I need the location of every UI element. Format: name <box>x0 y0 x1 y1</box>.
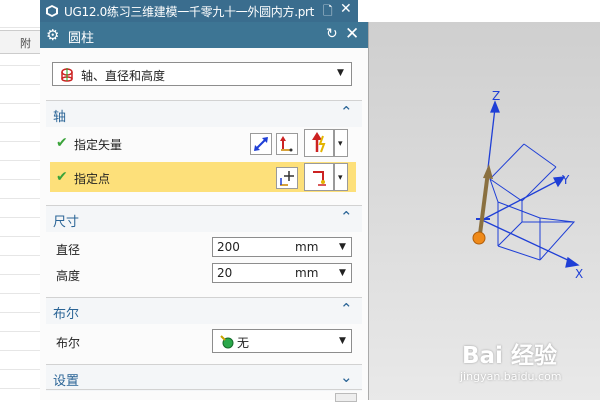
document-tab[interactable]: UG12.0练习三维建模一千零九十一外圆内方.prt 🗋 ✕ <box>40 0 358 22</box>
background-toolbar <box>0 0 40 22</box>
specify-point-label: 指定点 <box>74 172 111 186</box>
boolean-none-icon <box>220 335 234 349</box>
y-axis-line <box>481 179 560 221</box>
point-dialog-button[interactable] <box>276 167 298 189</box>
height-label: 高度 <box>56 269 81 283</box>
axis-section-header[interactable]: 轴 ⌃ <box>46 100 362 127</box>
height-field[interactable]: 20 mm ▼ <box>212 263 352 283</box>
diameter-unit: mm <box>295 240 319 254</box>
settings-section-title: 设置 <box>53 374 80 389</box>
inferred-point-icon <box>313 171 326 186</box>
reverse-direction-icon <box>254 137 268 151</box>
list-header-text: 附 <box>20 37 31 50</box>
chevron-down-icon: ▾ <box>338 139 343 149</box>
diameter-value[interactable]: 200 <box>217 240 240 254</box>
specify-vector-row[interactable]: ✔ 指定矢量 ▾ <box>50 128 356 158</box>
gear-icon[interactable]: ⚙ <box>46 26 59 44</box>
x-axis-arrow <box>565 256 580 268</box>
dialog-close-icon[interactable]: ✕ <box>345 24 359 44</box>
boolean-section-header[interactable]: 布尔 ⌃ <box>46 297 362 324</box>
chevron-down-icon: ⌄ <box>340 368 353 386</box>
document-tab-bar: UG12.0练习三维建模一千零九十一外圆内方.prt 🗋 ✕ <box>40 0 600 22</box>
chevron-up-icon: ⌃ <box>340 208 353 226</box>
inferred-vector-button[interactable] <box>304 129 334 157</box>
wcs-plane-lines <box>489 143 576 261</box>
inferred-point-button[interactable] <box>304 163 334 191</box>
height-unit: mm <box>295 266 319 280</box>
dialog-titlebar: ⚙ 圆柱 ↻ ✕ <box>40 22 368 48</box>
height-value[interactable]: 20 <box>217 266 232 280</box>
axis-section-title: 轴 <box>53 110 67 125</box>
cylinder-type-value: 轴、直径和高度 <box>81 69 166 83</box>
reset-icon[interactable]: ↻ <box>326 26 338 42</box>
dialog-title: 圆柱 <box>68 31 95 46</box>
cylinder-type-select[interactable]: 轴、直径和高度 ▼ <box>52 62 352 86</box>
y-axis-label: Y <box>561 173 570 187</box>
boolean-label: 布尔 <box>56 336 81 350</box>
reverse-direction-button[interactable] <box>250 133 272 155</box>
dimensions-section-title: 尺寸 <box>53 215 80 230</box>
specify-vector-label: 指定矢量 <box>74 138 123 152</box>
tab-close-icon[interactable]: ✕ <box>340 1 352 17</box>
chevron-up-icon: ⌃ <box>340 103 353 121</box>
cylinder-dialog: ⚙ 圆柱 ↻ ✕ 轴、直径和高度 ▼ 轴 ⌃ ✔ 指定矢量 ▾ ✔ 指定点 ▾ … <box>40 22 369 400</box>
inferred-vector-icon <box>312 132 326 153</box>
point-preview-handle[interactable] <box>472 231 486 245</box>
boolean-section-title: 布尔 <box>53 307 80 322</box>
x-axis-label: X <box>575 267 583 281</box>
settings-section-header[interactable]: 设置 ⌄ <box>46 364 362 391</box>
dialog-divider <box>46 389 362 390</box>
watermark-url: jingyan.baidu.com <box>460 370 562 383</box>
chevron-down-icon: ▼ <box>337 68 344 78</box>
chevron-down-icon: ▼ <box>339 336 346 346</box>
document-tab-title: UG12.0练习三维建模一千零九十一外圆内方.prt <box>64 5 315 19</box>
point-constructor-icon <box>280 171 294 186</box>
nx-app-icon <box>46 5 58 17</box>
check-icon: ✔ <box>56 169 68 185</box>
pin-icon[interactable]: 🗋 <box>323 2 333 23</box>
background-list-header: 附 <box>0 30 40 54</box>
vector-constructor-icon <box>280 136 293 152</box>
inferred-point-dropdown[interactable]: ▾ <box>334 163 348 191</box>
axis-diameter-height-icon <box>61 68 73 82</box>
z-axis-arrow <box>490 100 500 113</box>
specify-point-row[interactable]: ✔ 指定点 ▾ <box>50 162 356 192</box>
vector-preview-arrow[interactable] <box>478 171 490 235</box>
vector-dialog-button[interactable] <box>276 133 298 155</box>
background-list-panel: 附 <box>0 0 41 400</box>
chevron-down-icon[interactable]: ▼ <box>339 242 346 252</box>
boolean-select[interactable]: 无 ▼ <box>212 329 352 353</box>
chevron-up-icon: ⌃ <box>340 300 353 318</box>
watermark-brand: Bai 经验 <box>462 343 557 369</box>
z-axis-label: Z <box>492 89 500 103</box>
resize-grip[interactable] <box>335 393 357 402</box>
chevron-down-icon: ▾ <box>338 173 343 183</box>
chevron-down-icon[interactable]: ▼ <box>339 268 346 278</box>
inferred-vector-dropdown[interactable]: ▾ <box>334 129 348 157</box>
diameter-field[interactable]: 200 mm ▼ <box>212 237 352 257</box>
check-icon: ✔ <box>56 135 68 151</box>
boolean-value: 无 <box>237 336 250 350</box>
dimensions-section-header[interactable]: 尺寸 ⌃ <box>46 205 362 232</box>
diameter-label: 直径 <box>56 243 81 257</box>
